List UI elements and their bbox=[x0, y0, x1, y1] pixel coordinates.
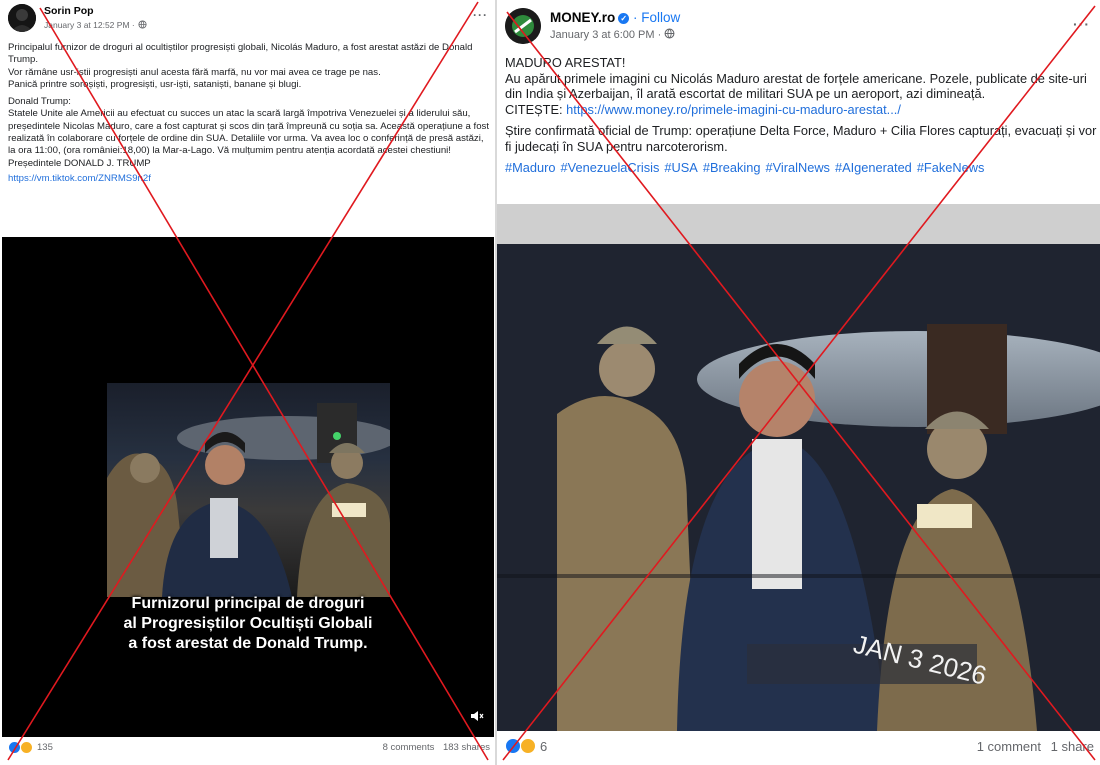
hashtag-list: #Maduro #VenezuelaCrisis #USA #Breaking #Vir… bbox=[505, 160, 1097, 176]
citeste-label: CITEȘTE: bbox=[505, 101, 563, 117]
hashtag-link[interactable]: #VenezuelaCrisis bbox=[561, 160, 660, 175]
post-footer: 135 8 comments 183 shares bbox=[8, 741, 490, 754]
wow-reaction-icon bbox=[20, 741, 33, 754]
post-text: Știre confirmată oficial de Trump: opera… bbox=[505, 123, 1097, 154]
follow-button[interactable]: · Follow bbox=[633, 10, 680, 25]
article-link[interactable]: https://www.money.ro/primele-imagini-cu-… bbox=[566, 102, 901, 117]
caption-line: Furnizorul principal de droguri bbox=[131, 595, 365, 612]
post-text-line: Vor rămâne usr-iștii progresiști anul ac… bbox=[8, 66, 381, 78]
wow-reaction-icon bbox=[520, 738, 536, 754]
post-footer: 6 1 comment 1 share bbox=[505, 738, 1094, 754]
reaction-count: 135 bbox=[37, 742, 53, 753]
post-headline: MADURO ARESTAT! bbox=[505, 55, 626, 70]
author-name[interactable]: Sorin Pop bbox=[44, 5, 147, 18]
photo-of-screen: JAN 3 2026 bbox=[497, 204, 1100, 731]
post-timestamp[interactable]: January 3 at 6:00 PM · bbox=[550, 28, 661, 42]
video-caption: Furnizorul principal de droguri al Progr… bbox=[2, 594, 494, 654]
caption-line: a fost arestat de Donald Trump. bbox=[128, 635, 368, 652]
video-player[interactable]: Furnizorul principal de droguri al Progr… bbox=[2, 237, 494, 737]
globe-icon bbox=[138, 19, 147, 32]
right-post: MONEY.ro ✓ · Follow January 3 at 6:00 PM … bbox=[497, 0, 1100, 765]
quote-signature: Președintele DONALD J. TRUMP bbox=[8, 157, 151, 169]
reaction-count: 6 bbox=[540, 738, 548, 754]
hashtag-link[interactable]: #Maduro bbox=[505, 160, 556, 175]
caption-line: al Progresiștilor Ocultiști Globali bbox=[123, 615, 373, 632]
avatar-image bbox=[8, 4, 36, 32]
hashtag-link[interactable]: #AIgenerated bbox=[835, 160, 912, 175]
share-count[interactable]: 183 shares bbox=[443, 742, 490, 753]
post-header: MONEY.ro ✓ · Follow January 3 at 6:00 PM … bbox=[505, 8, 680, 44]
money-logo-icon bbox=[505, 8, 541, 44]
hashtag-link[interactable]: #Breaking bbox=[703, 160, 761, 175]
video-thumbnail bbox=[107, 383, 390, 597]
volume-mute-icon[interactable] bbox=[470, 710, 484, 725]
left-post: Sorin Pop January 3 at 12:52 PM · ··· Pr… bbox=[0, 0, 496, 765]
quote-author: Donald Trump: bbox=[8, 96, 71, 108]
hashtag-link[interactable]: #ViralNews bbox=[765, 160, 829, 175]
reactions[interactable]: 6 bbox=[505, 738, 547, 754]
post-header: Sorin Pop January 3 at 12:52 PM · bbox=[8, 4, 147, 32]
quote-text: Statele Unite ale Americii au efectuat c… bbox=[8, 108, 490, 157]
globe-icon bbox=[664, 28, 675, 43]
like-reaction-icon bbox=[505, 738, 521, 754]
post-body: Principalul furnizor de droguri al ocult… bbox=[8, 42, 492, 185]
avatar[interactable] bbox=[8, 4, 36, 32]
post-text-line: Principalul furnizor de droguri al ocult… bbox=[8, 42, 473, 66]
verified-badge-icon: ✓ bbox=[618, 12, 630, 24]
avatar[interactable] bbox=[505, 8, 541, 44]
post-text: Au apărut primele imagini cu Nicolás Mad… bbox=[505, 70, 1087, 102]
more-options-icon[interactable]: ··· bbox=[473, 8, 488, 22]
tiktok-link[interactable]: https://vm.tiktok.com/ZNRMS9n2f bbox=[8, 173, 492, 185]
author-name[interactable]: MONEY.ro bbox=[550, 10, 615, 25]
more-options-icon[interactable]: ··· bbox=[1073, 16, 1090, 32]
post-image[interactable]: JAN 3 2026 bbox=[497, 204, 1100, 731]
hashtag-link[interactable]: #FakeNews bbox=[917, 160, 985, 175]
hashtag-link[interactable]: #USA bbox=[664, 160, 697, 175]
share-count[interactable]: 1 share bbox=[1051, 739, 1094, 754]
post-text-line: Panică printre soroșiști, progresiști, u… bbox=[8, 78, 302, 90]
reactions[interactable]: 135 bbox=[8, 741, 53, 754]
post-timestamp[interactable]: January 3 at 12:52 PM · bbox=[44, 20, 135, 31]
post-body: MADURO ARESTAT! Au apărut primele imagin… bbox=[505, 55, 1097, 176]
comment-count[interactable]: 1 comment bbox=[977, 739, 1041, 754]
comment-count[interactable]: 8 comments bbox=[383, 742, 435, 753]
